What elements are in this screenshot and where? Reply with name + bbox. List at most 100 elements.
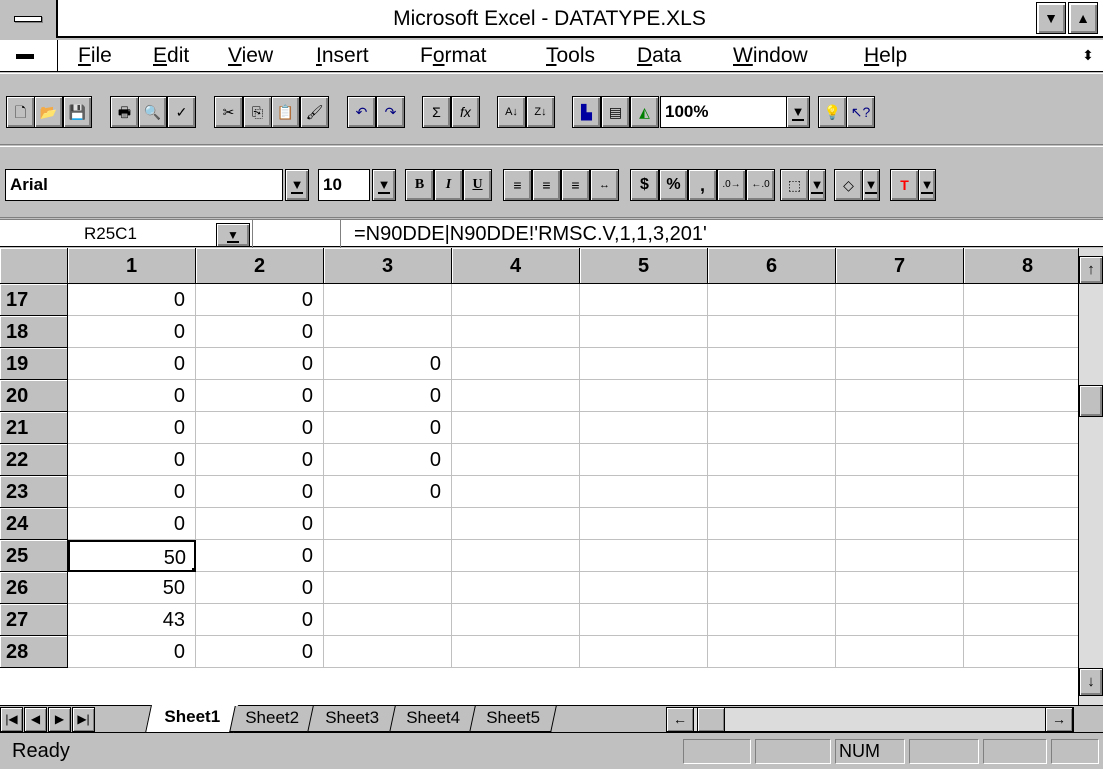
grid-cell[interactable]	[708, 476, 836, 508]
row-header[interactable]: 19	[0, 348, 68, 380]
grid-cell[interactable]	[836, 508, 964, 540]
grid-cell[interactable]	[452, 284, 580, 316]
column-header[interactable]: 3	[324, 248, 452, 284]
grid-cell[interactable]	[580, 572, 708, 604]
grid-cell[interactable]	[964, 284, 1078, 316]
currency-style-button[interactable]: $	[630, 169, 659, 201]
grid-cell[interactable]: 0	[324, 476, 452, 508]
grid-cell[interactable]	[964, 476, 1078, 508]
row-header[interactable]: 24	[0, 508, 68, 540]
sort-ascending-icon[interactable]: A↓	[497, 96, 526, 128]
grid-cell[interactable]: 0	[196, 284, 324, 316]
menu-view[interactable]: View	[228, 40, 273, 72]
row-header[interactable]: 22	[0, 444, 68, 476]
grid-cell[interactable]: 0	[68, 316, 196, 348]
grid-cell[interactable]: 0	[196, 604, 324, 636]
copy-icon[interactable]: ⎘	[243, 96, 272, 128]
grid-cell[interactable]: 0	[68, 284, 196, 316]
grid-cell[interactable]	[836, 316, 964, 348]
column-header[interactable]: 8	[964, 248, 1078, 284]
grid-cell[interactable]	[324, 284, 452, 316]
scroll-thumb[interactable]	[1079, 385, 1103, 417]
grid-cell[interactable]	[964, 604, 1078, 636]
grid-cell[interactable]	[452, 604, 580, 636]
grid-cell[interactable]: 0	[196, 540, 324, 572]
column-header[interactable]: 1	[68, 248, 196, 284]
horizontal-scroll-thumb[interactable]	[697, 707, 725, 732]
grid-cell[interactable]	[964, 348, 1078, 380]
italic-button[interactable]: I	[434, 169, 463, 201]
restore-button[interactable]: ⬍	[1076, 43, 1100, 69]
grid-cell[interactable]: 0	[68, 412, 196, 444]
function-wizard-icon[interactable]: fx	[451, 96, 480, 128]
grid-cell[interactable]	[580, 284, 708, 316]
grid-cell[interactable]	[708, 572, 836, 604]
grid-cell[interactable]: 0	[324, 348, 452, 380]
grid-cell[interactable]	[964, 540, 1078, 572]
menu-window[interactable]: Window	[733, 40, 808, 72]
grid-cell[interactable]: 0	[324, 444, 452, 476]
font-size-dropdown[interactable]: ▼	[372, 169, 396, 201]
formula-input[interactable]: =N90DDE|N90DDE!'RMSC.V,1,1,3,201'	[354, 220, 707, 248]
grid-cell[interactable]	[580, 380, 708, 412]
save-icon[interactable]: 💾	[63, 96, 92, 128]
column-header[interactable]: 4	[452, 248, 580, 284]
first-sheet-icon[interactable]: |◀	[0, 707, 23, 732]
grid-cell[interactable]	[964, 572, 1078, 604]
grid-cell[interactable]	[836, 444, 964, 476]
name-box-dropdown[interactable]: ▼	[216, 223, 250, 247]
help-pointer-icon[interactable]: ↖?	[846, 96, 875, 128]
maximize-button[interactable]: ▲	[1068, 2, 1098, 34]
grid-cell[interactable]: 0	[68, 508, 196, 540]
grid-cell[interactable]	[580, 540, 708, 572]
grid-cell[interactable]: 0	[324, 380, 452, 412]
grid-cell[interactable]: 0	[68, 444, 196, 476]
menu-edit[interactable]: Edit	[153, 40, 189, 72]
grid-cell[interactable]	[580, 604, 708, 636]
sheet-tab-sheet5[interactable]: Sheet5	[469, 706, 557, 732]
spelling-icon[interactable]: ✓	[167, 96, 196, 128]
underline-button[interactable]: U	[463, 169, 492, 201]
fill-color-dropdown[interactable]: ▼	[862, 169, 880, 201]
grid-cell[interactable]	[836, 636, 964, 668]
grid-cell[interactable]	[580, 412, 708, 444]
font-name-box[interactable]: Arial	[5, 169, 283, 201]
grid-cell[interactable]: 0	[196, 476, 324, 508]
grid-cell[interactable]	[708, 284, 836, 316]
previous-sheet-icon[interactable]: ◀	[24, 707, 47, 732]
font-color-dropdown[interactable]: ▼	[918, 169, 936, 201]
row-header[interactable]: 26	[0, 572, 68, 604]
grid-cell[interactable]	[964, 636, 1078, 668]
column-header[interactable]: 2	[196, 248, 324, 284]
grid-cell[interactable]	[580, 316, 708, 348]
grid-cell[interactable]	[452, 540, 580, 572]
grid-cell[interactable]	[836, 412, 964, 444]
chart-wizard-icon[interactable]: ▙	[572, 96, 601, 128]
grid-cell[interactable]: 0	[196, 572, 324, 604]
format-painter-icon[interactable]: 🖌	[300, 96, 329, 128]
grid-cell[interactable]: 0	[68, 636, 196, 668]
undo-icon[interactable]: ↶	[347, 96, 376, 128]
grid-cell[interactable]	[324, 636, 452, 668]
tipwizard-icon[interactable]: 💡	[818, 96, 847, 128]
select-all-corner[interactable]	[0, 248, 68, 284]
sheet-tab-sheet2[interactable]: Sheet2	[229, 706, 315, 732]
merge-center-icon[interactable]: ↔	[590, 169, 619, 201]
last-sheet-icon[interactable]: ▶|	[72, 707, 95, 732]
align-center-icon[interactable]: ≡	[532, 169, 561, 201]
grid-cell[interactable]	[708, 604, 836, 636]
align-left-icon[interactable]: ≡	[503, 169, 532, 201]
grid-cell[interactable]	[452, 636, 580, 668]
scroll-right-icon[interactable]: →	[1045, 707, 1073, 732]
grid-cell[interactable]	[836, 604, 964, 636]
redo-icon[interactable]: ↷	[376, 96, 405, 128]
grid-cell[interactable]	[324, 508, 452, 540]
font-size-box[interactable]: 10	[318, 169, 370, 201]
open-file-icon[interactable]: 📂	[34, 96, 63, 128]
grid-cell[interactable]	[708, 636, 836, 668]
row-header[interactable]: 25	[0, 540, 68, 572]
row-header[interactable]: 17	[0, 284, 68, 316]
grid-cell[interactable]: 0	[196, 508, 324, 540]
row-header[interactable]: 28	[0, 636, 68, 668]
grid-cell[interactable]: 0	[196, 380, 324, 412]
